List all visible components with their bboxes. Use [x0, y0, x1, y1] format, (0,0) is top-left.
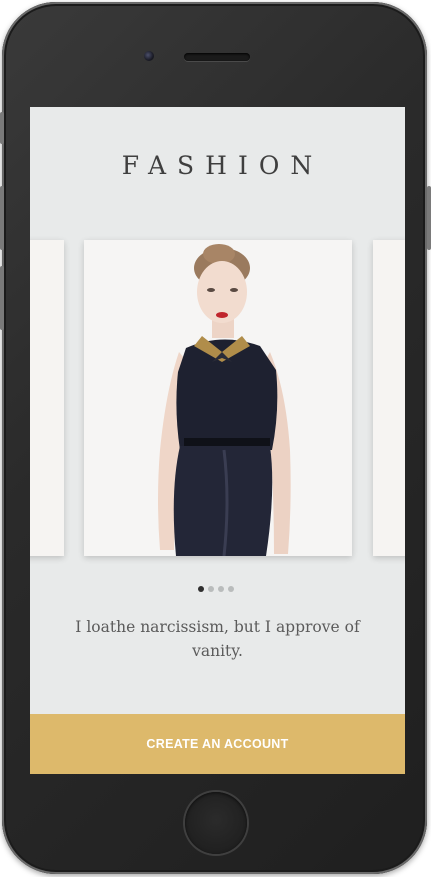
pagination-dot-4[interactable]: [228, 586, 234, 592]
carousel-card-active[interactable]: [84, 240, 352, 556]
create-account-button[interactable]: CREATE AN ACCOUNT: [30, 714, 405, 774]
power-button[interactable]: [427, 186, 431, 250]
mute-switch[interactable]: [0, 112, 4, 144]
phone-frame: FASHION I loathe narcissism, but I appro…: [2, 2, 427, 874]
fashion-model-photo: [84, 240, 352, 556]
fashion-quote: I loathe narcissism, but I approve of va…: [75, 618, 360, 660]
pagination-dot-1[interactable]: [198, 586, 204, 592]
app-title: FASHION: [121, 151, 324, 180]
app-screen: FASHION I loathe narcissism, but I appro…: [30, 107, 405, 774]
earpiece-speaker: [184, 53, 250, 61]
carousel-card-next[interactable]: [373, 240, 405, 556]
pagination-dot-2[interactable]: [208, 586, 214, 592]
pagination-dot-3[interactable]: [218, 586, 224, 592]
carousel-card-previous[interactable]: [30, 240, 64, 556]
volume-down-button[interactable]: [0, 266, 4, 330]
carousel-pagination: [198, 586, 234, 594]
front-camera-icon: [144, 51, 154, 61]
home-button[interactable]: [185, 792, 247, 854]
volume-up-button[interactable]: [0, 186, 4, 250]
